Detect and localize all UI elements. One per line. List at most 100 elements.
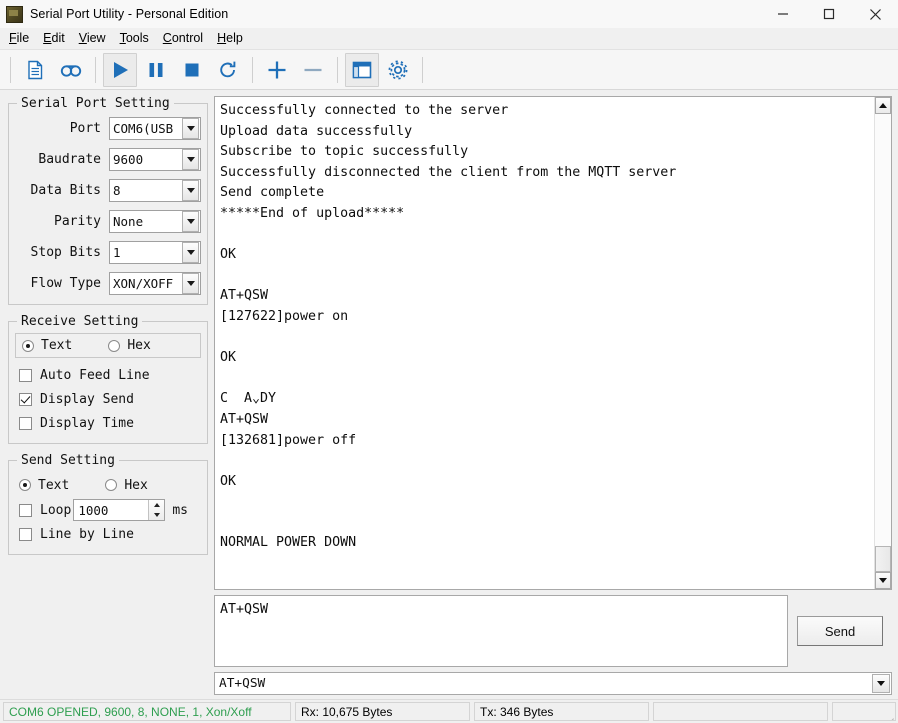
baudrate-row: Baudrate 9600 — [15, 146, 201, 172]
main-body: Serial Port Setting Port COM6(USB Baudra… — [0, 90, 898, 699]
chevron-down-icon[interactable] — [872, 674, 890, 693]
loop-row: Loop 1000 ms — [15, 498, 201, 522]
terminal-output[interactable]: Successfully connected to the server Upl… — [215, 97, 874, 589]
send-button[interactable]: Send — [797, 616, 883, 646]
chevron-down-icon[interactable] — [182, 179, 199, 201]
status-extra-2 — [832, 702, 896, 721]
close-button[interactable] — [852, 0, 898, 28]
plus-icon[interactable] — [260, 53, 294, 87]
send-format-text-radio[interactable]: Text — [19, 478, 69, 493]
receive-format-hex-label: Hex — [127, 338, 151, 353]
radio-selected-icon — [19, 479, 31, 491]
scroll-down-icon[interactable] — [875, 572, 891, 589]
baudrate-value: 9600 — [113, 151, 144, 167]
loop-unit-label: ms — [172, 502, 188, 518]
status-rx: Rx: 10,675 Bytes — [295, 702, 470, 721]
send-input[interactable]: AT+QSW — [214, 595, 788, 667]
receive-format-radiogroup: Text Hex — [15, 333, 201, 358]
pause-icon[interactable] — [139, 53, 173, 87]
data-bits-select[interactable]: 8 — [109, 178, 201, 202]
parity-select[interactable]: None — [109, 209, 201, 233]
window-title: Serial Port Utility - Personal Edition — [30, 7, 229, 21]
stepper-up-icon[interactable] — [149, 500, 164, 510]
stepper-down-icon[interactable] — [149, 510, 164, 520]
baudrate-select[interactable]: 9600 — [109, 147, 201, 171]
toolbar — [0, 50, 898, 90]
port-label: Port — [69, 120, 101, 136]
status-tx: Tx: 346 Bytes — [474, 702, 649, 721]
menu-file[interactable]: File — [2, 30, 36, 47]
menu-tools[interactable]: Tools — [113, 30, 156, 47]
maximize-button[interactable] — [806, 0, 852, 28]
receive-format-text-radio[interactable]: Text — [22, 338, 72, 353]
terminal-output-container: Successfully connected to the server Upl… — [214, 96, 892, 590]
flow-type-row: Flow Type XON/XOFF — [15, 270, 201, 296]
chevron-down-icon[interactable] — [182, 272, 199, 294]
stepper-buttons[interactable] — [148, 500, 165, 520]
checkbox-unchecked-icon — [19, 368, 32, 382]
loop-checkbox[interactable] — [19, 503, 32, 517]
refresh-icon[interactable] — [211, 53, 245, 87]
scrollbar-track[interactable] — [875, 114, 891, 572]
stop-icon[interactable] — [175, 53, 209, 87]
chevron-down-icon[interactable] — [182, 210, 199, 232]
line-by-line-checkbox[interactable]: Line by Line — [15, 522, 201, 546]
data-bits-label: Data Bits — [30, 182, 101, 198]
gear-settings-icon[interactable] — [381, 53, 415, 87]
receive-format-hex-radio[interactable]: Hex — [108, 338, 151, 353]
radio-unselected-icon — [105, 479, 118, 491]
chevron-down-icon[interactable] — [182, 117, 199, 139]
send-format-hex-radio[interactable]: Hex — [105, 477, 148, 493]
terminal-scrollbar[interactable] — [874, 97, 891, 589]
play-icon[interactable] — [103, 52, 137, 87]
toolbar-separator — [95, 56, 96, 83]
receive-setting-group: Receive Setting Text Hex Auto Feed Line — [8, 314, 208, 444]
tape-record-icon[interactable] — [54, 53, 88, 87]
baudrate-label: Baudrate — [38, 151, 101, 167]
send-format-hex-label: Hex — [124, 477, 148, 493]
menu-bar: File Edit View Tools Control Help — [0, 28, 898, 50]
loop-interval-value: 1000 — [78, 502, 109, 518]
resize-grip-icon[interactable] — [882, 707, 894, 720]
minus-icon[interactable] — [296, 53, 330, 87]
send-history-value: AT+QSW — [219, 676, 266, 691]
loop-label: Loop — [40, 502, 72, 518]
settings-sidebar: Serial Port Setting Port COM6(USB Baudra… — [0, 90, 214, 699]
minimize-button[interactable] — [760, 0, 806, 28]
menu-help[interactable]: Help — [210, 30, 250, 47]
stop-bits-select[interactable]: 1 — [109, 240, 201, 264]
display-time-checkbox[interactable]: Display Time — [15, 411, 201, 435]
menu-control[interactable]: Control — [156, 30, 210, 47]
toolbar-separator — [10, 56, 11, 83]
parity-label: Parity — [54, 213, 101, 229]
parity-row: Parity None — [15, 208, 201, 234]
display-send-checkbox[interactable]: Display Send — [15, 387, 201, 411]
send-setting-legend: Send Setting — [21, 453, 115, 468]
terminal-pane: Successfully connected to the server Upl… — [214, 90, 898, 699]
status-connection-text: COM6 OPENED, 9600, 8, NONE, 1, Xon/Xoff — [9, 704, 252, 719]
radio-selected-icon — [22, 339, 34, 352]
data-bits-row: Data Bits 8 — [15, 177, 201, 203]
stop-bits-value: 1 — [113, 244, 121, 260]
scroll-up-icon[interactable] — [875, 97, 891, 114]
port-select[interactable]: COM6(USB — [109, 116, 201, 140]
send-history-combobox[interactable]: AT+QSW — [214, 672, 892, 695]
parity-value: None — [113, 213, 144, 229]
window-layout-icon[interactable] — [345, 52, 379, 87]
loop-interval-stepper[interactable]: 1000 — [73, 499, 166, 521]
flow-type-select[interactable]: XON/XOFF — [109, 271, 201, 295]
toolbar-separator — [337, 56, 338, 83]
status-connection: COM6 OPENED, 9600, 8, NONE, 1, Xon/Xoff — [3, 702, 291, 721]
send-button-wrap: Send — [788, 595, 892, 667]
auto-feed-line-checkbox[interactable]: Auto Feed Line — [15, 363, 201, 387]
toolbar-separator — [252, 56, 253, 83]
menu-view[interactable]: View — [72, 30, 113, 47]
new-file-icon[interactable] — [18, 53, 52, 87]
scrollbar-thumb[interactable] — [875, 546, 891, 572]
display-send-label: Display Send — [40, 391, 134, 407]
chevron-down-icon[interactable] — [182, 241, 199, 263]
radio-unselected-icon — [108, 339, 121, 352]
receive-format-text-label: Text — [41, 338, 73, 353]
menu-edit[interactable]: Edit — [36, 30, 72, 47]
chevron-down-icon[interactable] — [182, 148, 199, 170]
